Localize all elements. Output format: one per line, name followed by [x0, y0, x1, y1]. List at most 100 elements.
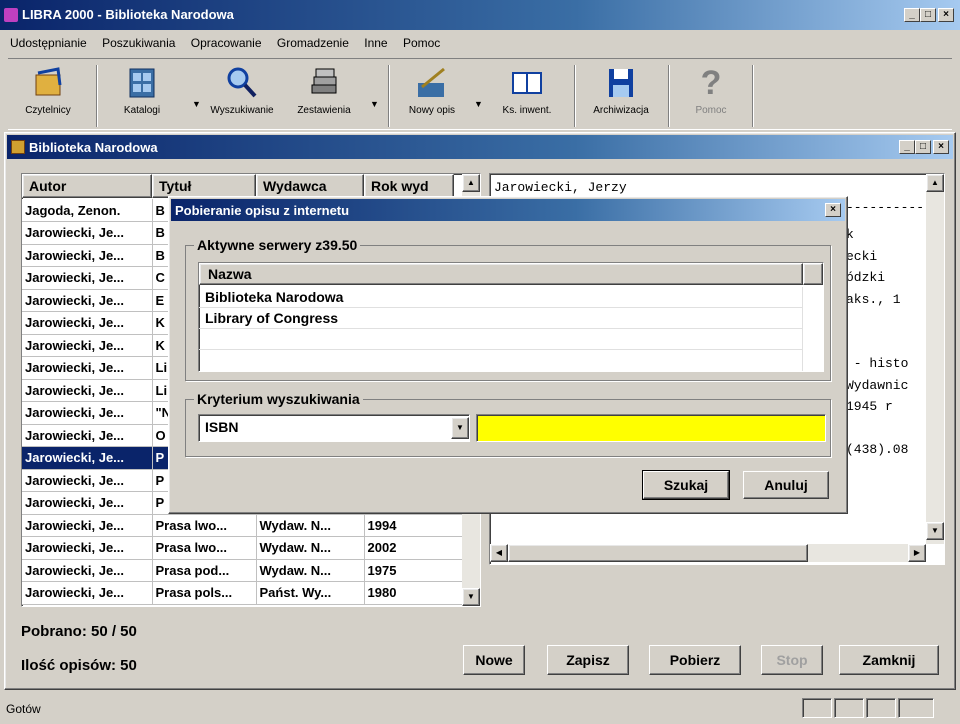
criteria-group: Kryterium wyszukiwania ISBN ▼ — [185, 391, 831, 457]
toolbar-label: Zestawienia — [297, 105, 351, 116]
szukaj-button[interactable]: Szukaj — [642, 470, 730, 500]
dropdown-arrow-icon[interactable]: ▼ — [474, 99, 483, 109]
anuluj-button[interactable]: Anuluj — [743, 471, 829, 499]
servers-legend: Aktywne serwery z39.50 — [194, 237, 361, 253]
app-icon — [4, 8, 18, 22]
cell-autor: Jarowiecki, Je... — [22, 581, 153, 605]
status-panel — [898, 698, 934, 718]
cell-rok: 1975 — [364, 559, 463, 582]
cell-autor: Jarowiecki, Je... — [22, 401, 153, 425]
child-minimize-icon[interactable]: _ — [899, 140, 915, 154]
menu-pomoc[interactable]: Pomoc — [403, 36, 440, 50]
dropdown-arrow-icon[interactable]: ▼ — [370, 99, 379, 109]
record-lines: k ecki ódzki aks., 1 - histo Wydawnic 1945 r (… — [846, 224, 908, 461]
close-icon[interactable]: × — [938, 8, 954, 22]
record-line — [846, 418, 908, 440]
table-row[interactable]: Jarowiecki, Je... Prasa pols... Państ. Wy.… — [22, 581, 463, 605]
cell-autor: Jagoda, Zenon. — [22, 199, 153, 222]
toolbar-separator — [668, 65, 670, 127]
nowe-button[interactable]: Nowe — [463, 645, 525, 675]
cell-wydawca: Wydaw. N... — [256, 536, 365, 560]
stop-button[interactable]: Stop — [761, 645, 823, 675]
books-icon — [306, 65, 342, 101]
record-vscroll[interactable]: ▲ ▼ — [926, 174, 944, 544]
scroll-thumb[interactable] — [508, 544, 808, 562]
toolbar-label: Ks. inwent. — [502, 105, 552, 116]
scroll-up-icon[interactable]: ▲ — [462, 174, 480, 192]
col-header-wydawca[interactable]: Wydawca — [256, 174, 364, 198]
dialog-titlebar: Pobieranie opisu z internetu × — [171, 199, 845, 221]
scroll-down-icon[interactable]: ▼ — [462, 588, 480, 606]
col-header-rok[interactable]: Rok wyd — [364, 174, 454, 198]
record-line — [846, 332, 908, 354]
col-header-tytul[interactable]: Tytuł — [152, 174, 256, 198]
child-maximize-icon[interactable]: □ — [915, 140, 931, 154]
criteria-select[interactable]: ISBN ▼ — [198, 414, 470, 442]
chevron-down-icon[interactable]: ▼ — [451, 417, 469, 439]
new-description-icon — [414, 65, 450, 101]
toolbar-wyszukiwanie[interactable]: Wyszukiwanie — [204, 59, 280, 129]
record-line: - histo — [846, 356, 909, 371]
toolbar-label: Nowy opis — [408, 105, 456, 116]
toolbar-czytelnicy[interactable]: Czytelnicy — [18, 59, 78, 129]
toolbar-archiwizacja[interactable]: Archiwizacja — [584, 59, 658, 129]
toolbar-label: Katalogi — [123, 105, 161, 116]
record-author: Jarowiecki, Jerzy — [494, 180, 627, 195]
record-line: ódzki — [846, 270, 886, 285]
ilosc-opisow-label: Ilość opisów: 50 — [21, 657, 137, 674]
cell-autor: Jarowiecki, Je... — [22, 469, 153, 492]
toolbar-zestawienia[interactable]: Zestawienia — [288, 59, 360, 129]
cell-rok: 1980 — [364, 581, 463, 605]
status-text: Gotów — [6, 702, 41, 716]
cell-autor: Jarowiecki, Je... — [22, 221, 153, 245]
cell-autor: Jarowiecki, Je... — [22, 446, 153, 470]
scroll-down-icon[interactable]: ▼ — [926, 522, 944, 540]
record-line: 1945 r — [846, 399, 893, 414]
scroll-left-icon[interactable]: ◀ — [490, 544, 508, 562]
server-name: Biblioteka Narodowa — [205, 289, 344, 305]
toolbar-separator — [574, 65, 576, 127]
maximize-icon[interactable]: □ — [920, 8, 936, 22]
zapisz-button[interactable]: Zapisz — [547, 645, 629, 675]
server-row-0[interactable]: Biblioteka Narodowa — [199, 287, 803, 308]
toolbar-label: Pomoc — [695, 105, 727, 116]
child-close-icon[interactable]: × — [933, 140, 949, 154]
col-header-autor[interactable]: Autor — [22, 174, 152, 198]
cell-autor: Jarowiecki, Je... — [22, 379, 153, 402]
toolbar-nowy-opis[interactable]: Nowy opis — [400, 59, 464, 129]
scroll-up-icon[interactable]: ▲ — [926, 174, 944, 192]
record-line — [846, 310, 908, 332]
minimize-icon[interactable]: _ — [904, 8, 920, 22]
menu-gromadzenie[interactable]: Gromadzenie — [277, 36, 349, 50]
cell-autor: Jarowiecki, Je... — [22, 536, 153, 560]
col-header-nazwa[interactable]: Nazwa — [199, 263, 803, 285]
pobierz-button[interactable]: Pobierz — [649, 645, 741, 675]
cell-wydawca: Wydaw. N... — [256, 514, 365, 537]
table-row[interactable]: Jarowiecki, Je... Prasa pod... Wydaw. N...… — [22, 559, 463, 582]
scroll-right-icon[interactable]: ▶ — [908, 544, 926, 562]
cell-wydawca: Państ. Wy... — [256, 581, 365, 605]
toolbar-ks-inwent[interactable]: Ks. inwent. — [492, 59, 562, 129]
col-header-label: Nazwa — [208, 266, 252, 282]
dropdown-arrow-icon[interactable]: ▼ — [192, 99, 201, 109]
server-row-1[interactable]: Library of Congress — [199, 308, 803, 329]
menu-opracowanie[interactable]: Opracowanie — [191, 36, 262, 50]
toolbar-label: Wyszukiwanie — [210, 105, 274, 116]
cell-autor: Jarowiecki, Je... — [22, 289, 153, 312]
zamknij-button[interactable]: Zamknij — [839, 645, 939, 675]
menu-udostepnianie[interactable]: Udostępnianie — [10, 36, 87, 50]
table-row[interactable]: Jarowiecki, Je... Prasa lwo... Wydaw. N...… — [22, 514, 463, 537]
toolbar-pomoc[interactable]: ? Pomoc — [678, 59, 744, 129]
cell-tytul: Prasa lwo... — [152, 514, 257, 537]
menu-poszukiwania[interactable]: Poszukiwania — [102, 36, 175, 50]
toolbar-separator — [752, 65, 754, 127]
record-line: (438).08 — [846, 442, 909, 457]
toolbar-katalogi[interactable]: Katalogi — [112, 59, 172, 129]
menu-inne[interactable]: Inne — [364, 36, 387, 50]
cell-autor: Jarowiecki, Je... — [22, 424, 153, 447]
status-bar: Gotów — [0, 694, 960, 724]
dialog-close-icon[interactable]: × — [825, 203, 841, 217]
record-hscroll[interactable]: ◀ ▶ — [490, 544, 926, 562]
table-row[interactable]: Jarowiecki, Je... Prasa lwo... Wydaw. N...… — [22, 536, 463, 560]
search-input[interactable] — [476, 414, 826, 442]
